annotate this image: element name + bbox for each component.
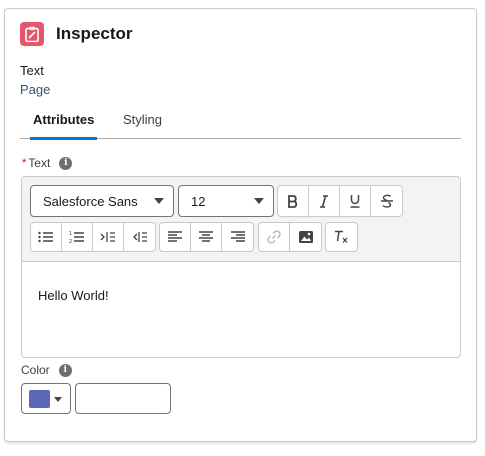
strikethrough-button[interactable] [371,186,402,216]
required-marker: * [22,157,27,169]
svg-text:2: 2 [69,239,72,244]
numbered-list-icon: 1 2 [69,231,84,244]
clear-formatting-icon [334,230,347,243]
chevron-down-icon [154,198,164,204]
align-right-button[interactable] [222,223,253,251]
underline-icon [350,195,360,208]
strikethrough-icon [380,194,393,208]
align-right-icon [230,231,245,242]
font-size-select[interactable]: 12 [178,185,274,217]
color-swatch [29,390,50,408]
indent-icon [100,232,115,242]
insert-group [258,222,322,252]
image-icon [298,231,313,243]
rich-text-editor: Salesforce Sans 12 1 2 Hello World! [21,176,461,358]
alignment-group [159,222,254,252]
clipboard-icon [20,22,44,46]
bold-icon [288,194,298,208]
text-format-group [277,185,403,217]
text-label: Text [28,156,51,170]
link-button[interactable] [259,223,290,251]
outdent-button[interactable] [124,223,155,251]
font-family-value: Salesforce Sans [43,193,138,209]
tab-bar: Attributes Styling [20,109,461,140]
component-type: Text [20,63,44,78]
inspector-header: Inspector [20,20,133,48]
tab-styling[interactable]: Styling [123,112,162,139]
text-field-label: * Text i [22,156,73,170]
clear-group [325,222,358,252]
color-field-label: Color i [21,363,72,377]
image-button[interactable] [290,223,321,251]
color-picker-button[interactable] [21,383,71,414]
font-family-select[interactable]: Salesforce Sans [30,185,174,217]
bulleted-list-icon [38,231,53,243]
bold-button[interactable] [278,186,309,216]
link-icon [267,230,281,244]
info-icon[interactable]: i [58,363,72,377]
info-icon[interactable]: i [59,156,73,170]
chevron-down-icon [54,397,62,402]
color-hex-input[interactable] [75,383,171,414]
inspector-panel: Inspector Text Page Attributes Styling *… [4,8,477,442]
panel-title: Inspector [56,24,133,43]
align-left-button[interactable] [160,223,191,251]
italic-icon [320,194,328,208]
numbered-list-button[interactable]: 1 2 [62,223,93,251]
svg-text:1: 1 [69,231,72,237]
align-center-icon [199,231,213,242]
editor-content[interactable]: Hello World! [38,288,109,303]
editor-toolbar: Salesforce Sans 12 1 2 [22,177,460,262]
tab-attributes[interactable]: Attributes [29,112,98,140]
chevron-down-icon [254,198,264,204]
indent-button[interactable] [93,223,124,251]
outdent-icon [132,232,147,242]
align-left-icon [168,231,182,242]
bulleted-list-button[interactable] [31,223,62,251]
clear-formatting-button[interactable] [326,223,357,251]
font-size-value: 12 [191,193,206,209]
underline-button[interactable] [340,186,371,216]
list-indent-group: 1 2 [30,222,156,252]
component-name: Page [20,82,51,97]
align-center-button[interactable] [191,223,222,251]
color-label: Color [21,363,50,377]
italic-button[interactable] [309,186,340,216]
